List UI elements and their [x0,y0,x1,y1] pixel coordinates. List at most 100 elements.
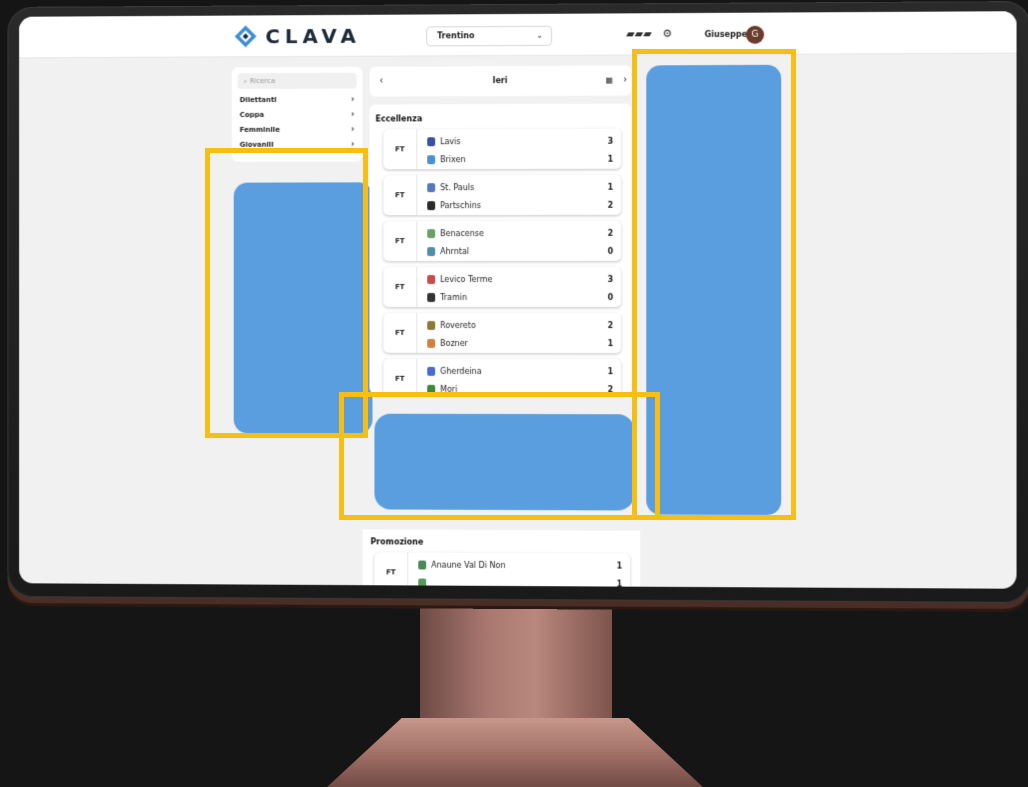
team-crest-icon [427,293,435,302]
team-name: Partschins [440,200,607,209]
home-team: Benacense 2 [427,224,613,242]
league-title: Eccellenza [375,114,623,124]
match-teams: Anaune Val Di Non 1 1 [408,552,630,588]
away-team: Tramin 0 [427,288,613,306]
match-teams: St. Pauls 1 Partschins 2 [417,175,621,215]
team-crest-icon [427,366,435,375]
home-team: Rovereto 2 [427,316,613,334]
match-row[interactable]: FT Gherdeina 1 Mori 2 [383,359,621,394]
teams-icon[interactable]: ▰▰▰ [626,27,651,40]
match-status: FT [383,129,417,169]
team-crest-icon [427,183,435,192]
away-team: Partschins 2 [427,196,613,214]
match-status: FT [383,267,417,307]
team-score: 1 [608,367,614,376]
home-team: St. Pauls 1 [427,178,613,196]
match-teams: Lavis 3 Brixen 1 [417,129,621,170]
team-name: Gherdeina [440,366,607,375]
home-team: Lavis 3 [427,132,613,151]
chevron-right-icon: › [351,124,355,134]
match-status: FT [383,359,417,394]
match-status: FT [383,175,417,215]
away-team: Brixen 1 [427,150,613,169]
team-name: Benacense [440,228,607,237]
team-crest-icon [418,560,426,569]
match-row[interactable]: FT Benacense 2 Ahrntal 0 [383,221,621,261]
menu-item-dilettanti[interactable]: Dilettanti › [238,92,357,107]
team-crest-icon [427,229,435,238]
highlight-frame-center [339,392,660,520]
team-crest-icon [427,338,435,347]
team-crest-icon [427,155,435,164]
team-score: 3 [608,274,614,283]
date-label: Ieri [369,75,631,85]
team-name: Ahrntal [440,246,607,255]
team-crest-icon [427,201,435,210]
match-teams: Rovereto 2 Bozner 1 [417,313,621,353]
menu-item-label: Femminile [240,125,280,133]
team-score: 0 [608,292,614,301]
team-crest-icon [427,137,435,146]
menu-item-coppa[interactable]: Coppa › [238,107,357,122]
results-column: ‹ Ieri ▦ › Eccellenza FT Lavis 3 Brixen … [369,65,631,394]
team-name: Tramin [440,292,607,301]
team-score: 1 [608,154,614,163]
team-name: Rovereto [440,320,607,329]
team-crest-icon [427,320,435,329]
menu-item-label: Dilettanti [240,95,277,103]
team-score: 1 [617,561,623,570]
team-name: St. Pauls [440,182,607,191]
match-row[interactable]: FT St. Pauls 1 Partschins 2 [383,175,621,215]
match-status: FT [374,552,408,588]
match-row[interactable]: FT Lavis 3 Brixen 1 [383,129,621,170]
league-title: Promozione [370,537,632,547]
team-score: 1 [617,579,623,588]
team-score: 2 [608,228,614,237]
team-score: 1 [608,182,614,191]
away-team: 1 [418,573,622,588]
chevron-right-icon: › [351,109,355,119]
team-name: Bozner [440,338,607,347]
team-crest-icon [427,247,435,256]
gear-icon[interactable]: ⚙ [662,27,672,40]
clava-logo-icon [234,24,258,48]
team-name: Levico Terme [440,274,607,283]
search-placeholder: Ricerca [250,77,276,85]
brand-name: CLAVA [265,24,360,48]
team-score: 1 [608,339,614,348]
menu-item-label: Coppa [240,110,264,118]
date-navigator: ‹ Ieri ▦ › [369,65,631,96]
calendar-icon[interactable]: ▦ [606,76,614,85]
home-team: Levico Terme 3 [427,270,613,288]
chevron-right-icon[interactable]: › [623,75,627,86]
search-input[interactable]: ⌕ Ricerca [238,73,357,89]
team-name: Lavis [440,136,607,146]
team-name: Brixen [440,154,607,163]
region-select[interactable]: Trentino ⌄ [426,26,552,47]
team-score: 3 [608,136,614,145]
away-team: Bozner 1 [427,334,613,352]
chevron-right-icon: › [351,94,355,104]
away-team: Ahrntal 0 [427,242,613,260]
chevron-down-icon: ⌄ [536,31,543,40]
league-card-eccellenza: Eccellenza FT Lavis 3 Brixen 1 FT St. Pa… [369,104,631,395]
league-card-promozione: Promozione FT Anaune Val Di Non 1 1 [363,529,641,588]
menu-item-femminile[interactable]: Femminile › [238,122,357,137]
match-row[interactable]: FT Anaune Val Di Non 1 1 [374,552,630,588]
monitor-stand-neck [420,596,612,728]
team-crest-icon [418,578,426,587]
home-team: Anaune Val Di Non 1 [418,556,622,575]
match-row[interactable]: FT Levico Terme 3 Tramin 0 [383,267,621,307]
team-score: 0 [608,246,614,255]
user-name[interactable]: Giuseppe [705,30,747,39]
team-name: Anaune Val Di Non [431,560,616,570]
team-score: 2 [608,321,614,330]
avatar[interactable]: G [746,26,764,44]
logo[interactable]: CLAVA [234,24,361,49]
match-teams: Benacense 2 Ahrntal 0 [417,221,621,261]
home-team: Gherdeina 1 [427,362,613,380]
monitor-stand-base [326,718,704,787]
match-row[interactable]: FT Rovereto 2 Bozner 1 [383,313,621,353]
team-crest-icon [427,275,435,284]
app-header: CLAVA Trentino ⌄ ▰▰▰ ⚙ Giuseppe G [19,11,1016,58]
